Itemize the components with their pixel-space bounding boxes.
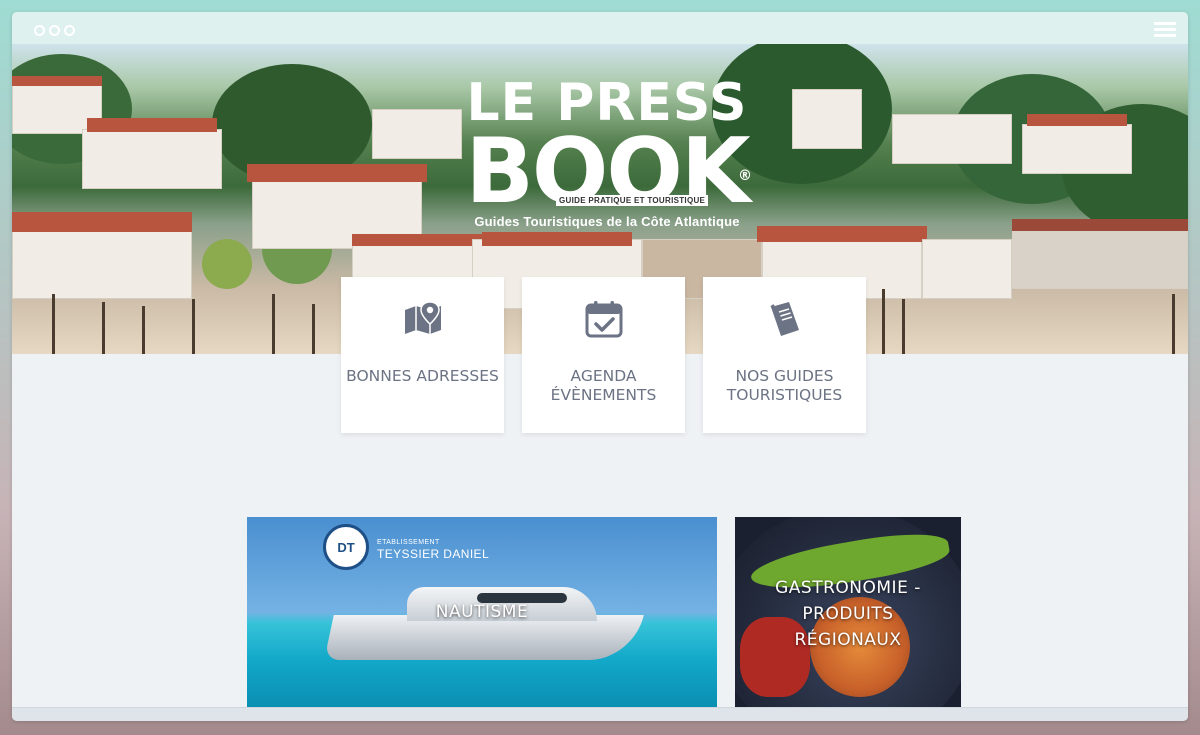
map-pin-icon bbox=[404, 301, 441, 334]
browser-window: LE PRESS BOOK ® GUIDE PRATIQUE ET TOURIS… bbox=[12, 12, 1188, 721]
tile-gastronomie[interactable]: GASTRONOMIE - PRODUITS RÉGIONAUX bbox=[735, 517, 961, 707]
hamburger-menu-icon[interactable] bbox=[1154, 22, 1176, 37]
logo-word-book: BOOK bbox=[465, 119, 750, 224]
quick-links: BONNES ADRESSES AGENDA ÉVÈNEMENTS NOS GU… bbox=[341, 277, 866, 433]
card-label: NOS GUIDES TOURISTIQUES bbox=[726, 367, 843, 404]
book-icon bbox=[769, 302, 799, 336]
window-titlebar bbox=[12, 12, 1188, 44]
calendar-check-icon bbox=[585, 301, 622, 338]
card-label: AGENDA ÉVÈNEMENTS bbox=[550, 367, 657, 404]
window-controls bbox=[34, 25, 75, 36]
establishment-logo: DT bbox=[323, 524, 369, 570]
window-dot-icon[interactable] bbox=[64, 25, 75, 36]
card-nos-guides[interactable]: NOS GUIDES TOURISTIQUES bbox=[703, 277, 866, 433]
establishment-prefix: ETABLISSEMENT bbox=[377, 539, 440, 546]
tile-nautisme[interactable]: DT ETABLISSEMENT TEYSSIER DANIEL NAUTISM… bbox=[247, 517, 717, 707]
card-bonnes-adresses[interactable]: BONNES ADRESSES bbox=[341, 277, 504, 433]
establishment-name: TEYSSIER DANIEL bbox=[377, 547, 490, 561]
window-dot-icon[interactable] bbox=[34, 25, 45, 36]
logo-tagline: GUIDE PRATIQUE ET TOURISTIQUE bbox=[556, 195, 709, 206]
window-dot-icon[interactable] bbox=[49, 25, 60, 36]
tile-label: GASTRONOMIE - PRODUITS RÉGIONAUX bbox=[775, 578, 921, 650]
card-label: BONNES ADRESSES bbox=[346, 367, 499, 385]
registered-mark: ® bbox=[738, 168, 752, 184]
card-agenda-evenements[interactable]: AGENDA ÉVÈNEMENTS bbox=[522, 277, 685, 433]
pressbook-logo[interactable]: LE PRESS BOOK ® GUIDE PRATIQUE ET TOURIS… bbox=[462, 76, 752, 229]
horizontal-scrollbar[interactable] bbox=[12, 707, 1188, 721]
tile-label: NAUTISME bbox=[435, 602, 529, 622]
